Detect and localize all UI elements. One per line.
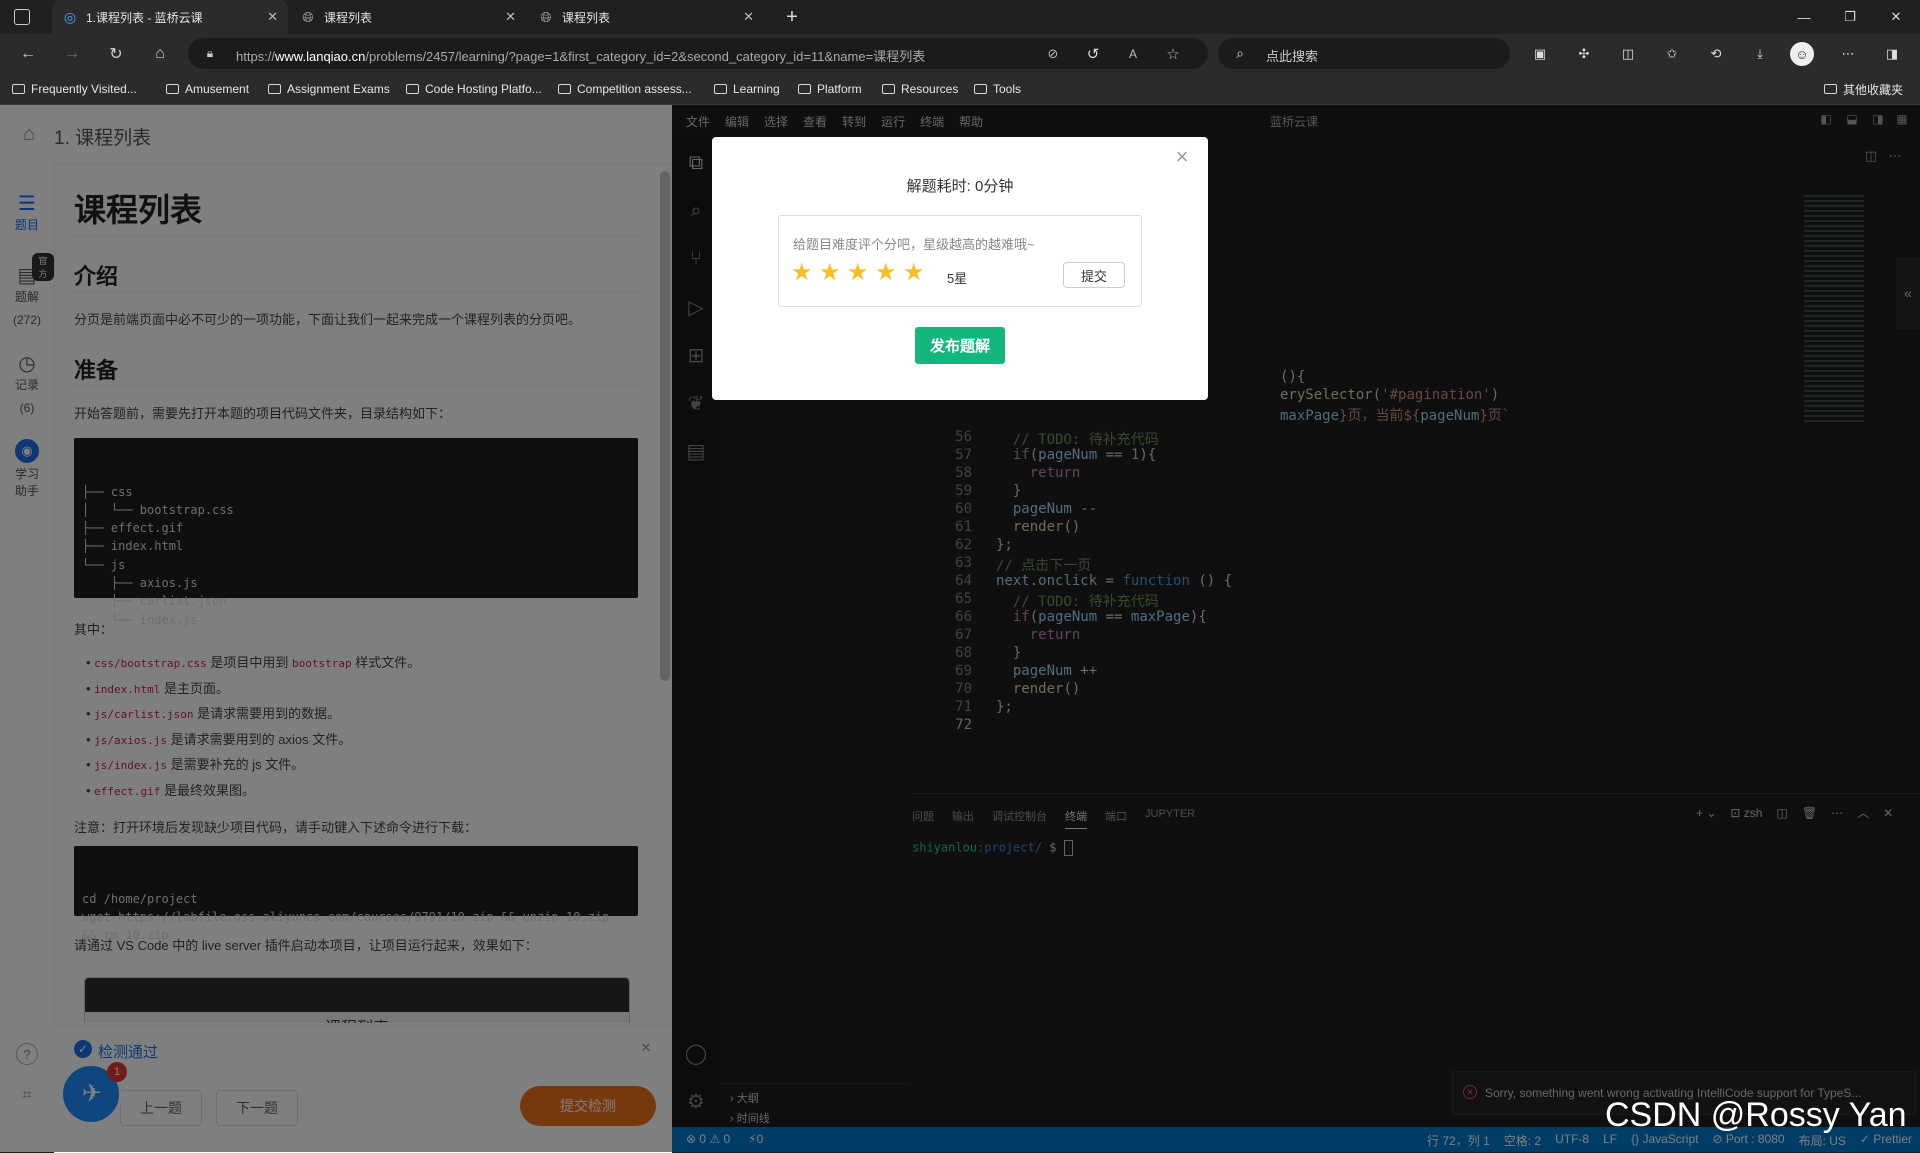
star-5-icon[interactable]: ★ bbox=[903, 258, 925, 287]
collections-icon[interactable]: ▣ bbox=[1528, 42, 1552, 66]
toolbar-icons: ▣ ✣ ◫ ✩ ⟲ ⤓ ☺ ⋯ ◨ bbox=[1528, 42, 1908, 66]
bookmark-resources[interactable]: Resources bbox=[882, 74, 958, 104]
folder-icon bbox=[798, 84, 811, 94]
restore-icon[interactable]: ❐ bbox=[1838, 5, 1862, 29]
solve-time: 解题耗时: 0分钟 bbox=[906, 178, 1014, 195]
search-box[interactable]: ⌕ 点此搜索 bbox=[1218, 38, 1510, 69]
star-2-icon[interactable]: ★ bbox=[819, 258, 841, 287]
star-1-icon[interactable]: ★ bbox=[791, 258, 813, 287]
browser-tab-bar: ◎ 1.课程列表 - 蓝桥云课 ✕ 🌐︎ 课程列表 ✕ 🌐︎ 课程列表 ✕ + … bbox=[0, 0, 1920, 34]
bookmark-frequently-visited[interactable]: Frequently Visited... bbox=[12, 74, 137, 104]
read-aloud-icon[interactable]: A bbox=[1124, 45, 1142, 63]
bookmark-amusement[interactable]: Amusement bbox=[166, 74, 249, 104]
new-tab-icon[interactable]: + bbox=[780, 5, 804, 29]
tab-actions-icon[interactable] bbox=[14, 9, 30, 25]
folder-icon bbox=[714, 84, 727, 94]
bookmarks-bar: Frequently Visited... Amusement Assignme… bbox=[0, 74, 1920, 105]
folder-icon bbox=[974, 84, 987, 94]
more-icon[interactable]: ⋯ bbox=[1836, 42, 1860, 66]
bookmark-assignment-exams[interactable]: Assignment Exams bbox=[268, 74, 390, 104]
search-placeholder: 点此搜索 bbox=[1266, 49, 1319, 64]
tab-2[interactable]: 🌐︎ 课程列表 ✕ bbox=[290, 0, 526, 34]
home-icon[interactable]: ⌂ bbox=[148, 42, 172, 66]
watermark: CSDN @Rossy Yan bbox=[1605, 1096, 1907, 1134]
bookmark-other[interactable]: 其他收藏夹 bbox=[1824, 74, 1903, 104]
folder-icon bbox=[12, 84, 25, 94]
globe-icon: 🌐︎ bbox=[540, 8, 552, 25]
reload-icon[interactable]: ↻ bbox=[104, 42, 128, 66]
globe-icon: 🌐︎ bbox=[302, 8, 314, 25]
bookmark-tools[interactable]: Tools bbox=[974, 74, 1021, 104]
profile-avatar-icon[interactable]: ☺ bbox=[1790, 42, 1814, 66]
tab-1[interactable]: ◎ 1.课程列表 - 蓝桥云课 ✕ bbox=[52, 0, 288, 34]
close-window-icon[interactable]: ✕ bbox=[1884, 5, 1908, 29]
close-icon[interactable]: × bbox=[1170, 144, 1194, 169]
rating-modal: × 解题耗时: 0分钟 给题目难度评个分吧，星级越高的越难哦~ ★ ★ ★ ★ … bbox=[712, 137, 1208, 400]
folder-icon bbox=[558, 84, 571, 94]
favorite-star-icon[interactable]: ☆ bbox=[1164, 45, 1182, 63]
history-icon[interactable]: ⟲ bbox=[1704, 42, 1728, 66]
edge-refresh-icon[interactable]: ↺ bbox=[1084, 45, 1102, 63]
tab-3-label: 课程列表 bbox=[562, 10, 611, 25]
tab-2-close-icon[interactable]: ✕ bbox=[505, 9, 516, 25]
tab-1-close-icon[interactable]: ✕ bbox=[267, 9, 278, 25]
tracking-icon[interactable]: ⊘ bbox=[1044, 45, 1062, 63]
folder-icon bbox=[406, 84, 419, 94]
sidebar-toggle-icon[interactable]: ◨ bbox=[1880, 42, 1904, 66]
favorites-icon[interactable]: ✩ bbox=[1660, 42, 1684, 66]
address-bar[interactable]: 🔒︎ https://www.lanqiao.cn/problems/2457/… bbox=[188, 38, 1208, 69]
lanqiao-favicon-icon: ◎ bbox=[63, 8, 77, 25]
split-screen-icon[interactable]: ◫ bbox=[1616, 42, 1640, 66]
folder-icon bbox=[166, 84, 179, 94]
forward-icon[interactable]: → bbox=[60, 42, 84, 66]
bookmark-competition[interactable]: Competition assess... bbox=[558, 74, 692, 104]
tab-3[interactable]: 🌐︎ 课程列表 ✕ bbox=[528, 0, 764, 34]
bookmark-learning[interactable]: Learning bbox=[714, 74, 780, 104]
star-4-icon[interactable]: ★ bbox=[875, 258, 897, 287]
url-text: https://www.lanqiao.cn/problems/2457/lea… bbox=[236, 49, 926, 64]
rating-submit-button[interactable]: 提交 bbox=[1063, 262, 1125, 288]
star-3-icon[interactable]: ★ bbox=[847, 258, 869, 287]
rating-prompt: 给题目难度评个分吧，星级越高的越难哦~ bbox=[793, 237, 1035, 252]
minimize-icon[interactable]: — bbox=[1792, 5, 1816, 29]
search-icon: ⌕ bbox=[1236, 44, 1244, 61]
folder-icon bbox=[268, 84, 281, 94]
rating-box: 给题目难度评个分吧，星级越高的越难哦~ ★ ★ ★ ★ ★ 5星 提交 bbox=[778, 215, 1142, 307]
tab-1-label: 1.课程列表 - 蓝桥云课 bbox=[86, 10, 203, 25]
download-icon[interactable]: ⤓ bbox=[1748, 42, 1772, 66]
publish-solution-button[interactable]: 发布题解 bbox=[915, 327, 1005, 364]
tab-3-close-icon[interactable]: ✕ bbox=[743, 9, 754, 25]
folder-icon bbox=[1824, 84, 1837, 94]
tab-2-label: 课程列表 bbox=[324, 10, 373, 25]
bookmark-code-hosting[interactable]: Code Hosting Platfo... bbox=[406, 74, 542, 104]
extensions-icon[interactable]: ✣ bbox=[1572, 42, 1596, 66]
back-icon[interactable]: ← bbox=[16, 42, 40, 66]
rating-text: 5星 bbox=[947, 271, 968, 286]
lock-icon: 🔒︎ bbox=[206, 45, 214, 60]
bookmark-platform[interactable]: Platform bbox=[798, 74, 862, 104]
folder-icon bbox=[882, 84, 895, 94]
